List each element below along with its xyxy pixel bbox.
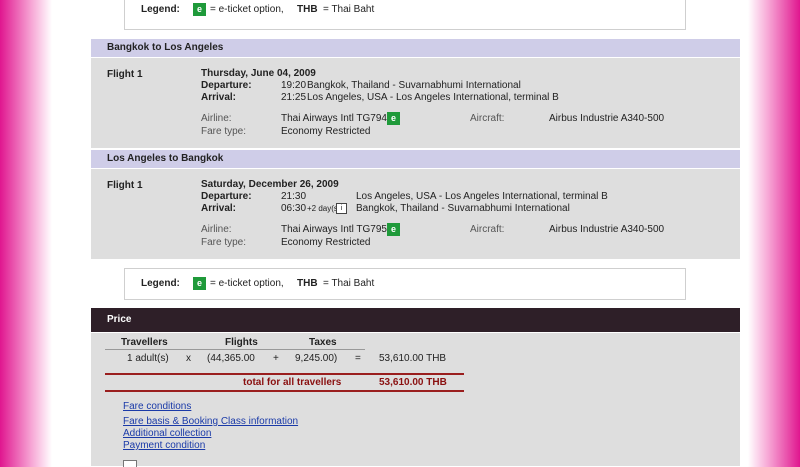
e-ticket-badge-icon: e	[387, 223, 400, 236]
info-note-icon[interactable]: i	[336, 203, 347, 214]
price-header: Price	[91, 308, 740, 332]
legend-currency-desc: = Thai Baht	[323, 278, 375, 289]
arrival-label: Arrival:	[201, 92, 237, 103]
total-label: total for all travellers	[243, 377, 342, 388]
airline-value: Thai Airways Intl TG795	[281, 224, 387, 235]
flight-date: Thursday, June 04, 2009	[201, 68, 316, 79]
taxes-value: 9,245.00)	[295, 353, 338, 364]
fare-conditions-link[interactable]: Fare conditions	[123, 401, 191, 412]
aircraft-value: Airbus Industrie A340-500	[549, 113, 665, 124]
payment-condition-link[interactable]: Payment condition	[123, 440, 205, 451]
fare-type-value: Economy Restricted	[281, 126, 371, 137]
segment-header-return: Los Angeles to Bangkok	[91, 150, 740, 168]
e-ticket-badge-icon: e	[387, 112, 400, 125]
arrival-place: Bangkok, Thailand - Suvarnabhumi Interna…	[356, 203, 570, 214]
col-flights: Flights	[225, 337, 258, 348]
additional-collection-link[interactable]: Additional collection	[123, 428, 211, 439]
flight-label: Flight 1	[107, 180, 143, 191]
legend-title: Legend:	[141, 4, 180, 15]
aircraft-value: Airbus Industrie A340-500	[549, 224, 665, 235]
price-body: Travellers Flights Taxes 1 adult(s) x (4…	[91, 333, 740, 467]
arrival-place: Los Angeles, USA - Los Angeles Internati…	[307, 92, 559, 103]
departure-time: 19:20	[281, 80, 307, 91]
legend-top: Legend: e = e-ticket option, THB = Thai …	[124, 0, 686, 30]
segment-body-return: Flight 1 Saturday, December 26, 2009 Dep…	[91, 169, 740, 259]
legend-currency-code: THB	[297, 278, 318, 289]
legend-e-desc: = e-ticket option,	[210, 278, 284, 289]
fare-type-label: Fare type:	[201, 237, 247, 248]
legend-middle: Legend: e = e-ticket option, THB = Thai …	[124, 268, 686, 300]
legend-title: Legend:	[141, 278, 180, 289]
e-ticket-badge-icon: e	[193, 277, 206, 290]
fare-type-value: Economy Restricted	[281, 237, 371, 248]
departure-label: Departure:	[201, 80, 252, 91]
segment-body-outbound: Flight 1 Thursday, June 04, 2009 Departu…	[91, 58, 740, 148]
total-top-rule	[105, 373, 464, 375]
airline-label: Airline:	[201, 113, 232, 124]
arrival-time: 06:30	[281, 203, 307, 214]
op-equals: =	[355, 353, 361, 364]
op-plus: +	[273, 353, 279, 364]
legend-currency-desc: = Thai Baht	[323, 4, 375, 15]
aircraft-label: Aircraft:	[470, 224, 505, 235]
airline-label: Airline:	[201, 224, 232, 235]
total-bottom-rule	[105, 390, 464, 392]
flight-date: Saturday, December 26, 2009	[201, 179, 339, 190]
legend-currency-code: THB	[297, 4, 318, 15]
fare-basis-link[interactable]: Fare basis & Booking Class information	[123, 416, 298, 427]
total-value: 53,610.00 THB	[379, 377, 447, 388]
price-header-divider	[105, 349, 365, 350]
legend-e-desc: = e-ticket option,	[210, 4, 284, 15]
arrival-label: Arrival:	[201, 203, 237, 214]
airline-value: Thai Airways Intl TG794	[281, 113, 387, 124]
departure-place: Bangkok, Thailand - Suvarnabhumi Interna…	[307, 80, 521, 91]
flights-value: (44,365.00	[207, 353, 255, 364]
fare-type-label: Fare type:	[201, 126, 247, 137]
flight-label: Flight 1	[107, 69, 143, 80]
col-travellers: Travellers	[121, 337, 168, 348]
travellers-value: 1 adult(s)	[127, 353, 169, 364]
segment-header-outbound: Bangkok to Los Angeles	[91, 39, 740, 57]
booking-page: Legend: e = e-ticket option, THB = Thai …	[56, 0, 748, 467]
op-times: x	[186, 353, 191, 364]
e-ticket-badge-icon: e	[193, 3, 206, 16]
arrival-time: 21:25	[281, 92, 307, 103]
col-taxes: Taxes	[309, 337, 337, 348]
departure-time: 21:30	[281, 191, 307, 202]
subtotal-value: 53,610.00 THB	[379, 353, 447, 364]
departure-place: Los Angeles, USA - Los Angeles Internati…	[356, 191, 608, 202]
aircraft-label: Aircraft:	[470, 113, 505, 124]
departure-label: Departure:	[201, 191, 252, 202]
